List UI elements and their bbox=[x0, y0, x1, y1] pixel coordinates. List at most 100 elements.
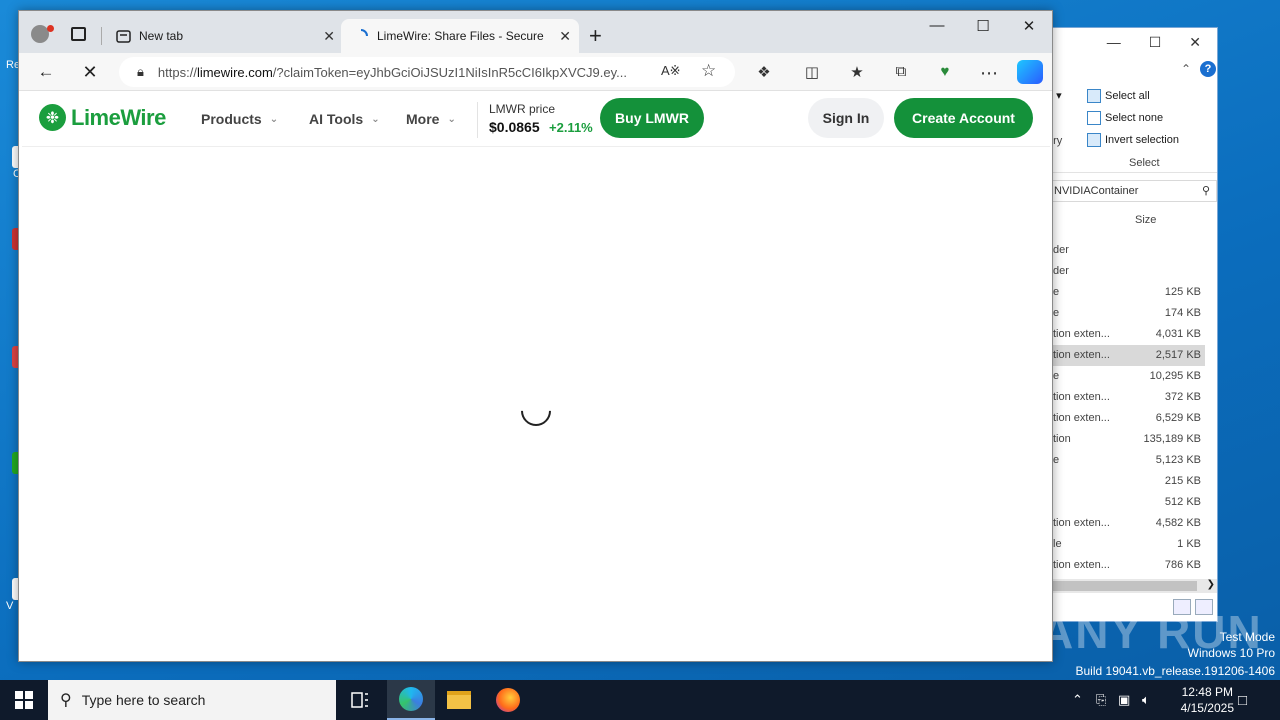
select-none-button[interactable]: Select none bbox=[1087, 111, 1163, 125]
clock[interactable]: 12:48 PM 4/15/2025 bbox=[1181, 684, 1234, 716]
minimize-icon[interactable]: — bbox=[1107, 34, 1121, 50]
loading-icon bbox=[353, 28, 369, 44]
favorites-icon[interactable]: ★ bbox=[845, 63, 869, 81]
lock-icon[interactable]: 🔒︎ bbox=[137, 64, 144, 80]
price-value: $0.0865 bbox=[489, 119, 540, 135]
nav-products[interactable]: Products ⌄ bbox=[201, 111, 278, 127]
new-tab-plus-icon[interactable]: + bbox=[589, 23, 602, 49]
tab-limewire[interactable]: LimeWire: Share Files - Secure Fil ✕ bbox=[341, 19, 579, 53]
taskbar: ⚲ Type here to search ⌃ ⎘ ▣ 🔈︎ 12:48 PM … bbox=[0, 680, 1280, 720]
close-tab-icon[interactable]: ✕ bbox=[323, 28, 335, 45]
close-icon[interactable]: ✕ bbox=[1011, 17, 1047, 35]
file-row[interactable]: tion exten... 4,031 KB bbox=[1051, 324, 1205, 345]
collections-icon[interactable]: ⧉ bbox=[889, 63, 913, 80]
file-size: 512 KB bbox=[1164, 496, 1201, 508]
file-row[interactable]: tion exten... 786 KB bbox=[1051, 555, 1205, 576]
file-row[interactable]: der bbox=[1051, 240, 1205, 261]
file-type: e bbox=[1053, 307, 1060, 319]
invert-selection-button[interactable]: Invert selection bbox=[1087, 133, 1179, 147]
notifications-icon[interactable]: □ bbox=[1238, 692, 1247, 709]
search-input[interactable]: NVIDIAContainer ⚲ bbox=[1051, 180, 1217, 202]
browser-essentials-icon[interactable]: ♥ bbox=[933, 63, 957, 80]
back-icon[interactable]: ← bbox=[33, 60, 59, 84]
read-aloud-icon[interactable]: A※ bbox=[661, 63, 681, 79]
show-hidden-icons-icon[interactable]: ⌃ bbox=[1072, 692, 1083, 708]
stop-loading-icon[interactable]: ✕ bbox=[77, 60, 103, 84]
file-row[interactable]: tion 135,189 KB bbox=[1051, 429, 1205, 450]
create-account-button[interactable]: Create Account bbox=[894, 98, 1033, 138]
file-type: tion exten... bbox=[1053, 412, 1110, 424]
file-size: 125 KB bbox=[1164, 286, 1201, 298]
file-row[interactable]: e 125 KB bbox=[1051, 282, 1205, 303]
chevron-up-icon[interactable]: ⌃ bbox=[1181, 62, 1191, 76]
file-row[interactable]: tion exten... 6,529 KB bbox=[1051, 408, 1205, 429]
file-size: 786 KB bbox=[1164, 559, 1201, 571]
address-bar[interactable]: 🔒︎ https://limewire.com/?claimToken=eyJh… bbox=[119, 57, 735, 87]
more-menu-icon[interactable]: ⋯ bbox=[977, 63, 1001, 84]
test-mode-label: Test Mode bbox=[1219, 630, 1275, 644]
notification-dot bbox=[47, 25, 54, 32]
select-all-button[interactable]: Select all bbox=[1087, 89, 1150, 103]
nav-ai-tools[interactable]: AI Tools ⌄ bbox=[309, 111, 380, 127]
tab-actions-icon[interactable] bbox=[71, 27, 86, 41]
ribbon-group-caption: Select bbox=[1129, 157, 1160, 169]
help-icon[interactable]: ? bbox=[1200, 61, 1216, 77]
sign-in-button[interactable]: Sign In bbox=[808, 98, 884, 138]
tab-title: New tab bbox=[139, 29, 184, 43]
scrollbar-thumb[interactable] bbox=[1051, 581, 1197, 591]
invert-selection-icon bbox=[1087, 133, 1101, 147]
file-row[interactable]: e 174 KB bbox=[1051, 303, 1205, 324]
file-size: 135,189 KB bbox=[1143, 433, 1202, 445]
column-header-size[interactable]: Size bbox=[1135, 214, 1156, 226]
web-page: ❉ LimeWire Products ⌄ AI Tools ⌄ More ⌄ … bbox=[22, 92, 1050, 659]
file-row[interactable]: le 1 KB bbox=[1051, 534, 1205, 555]
file-size: 372 KB bbox=[1164, 391, 1201, 403]
volume-icon[interactable]: 🔈︎ bbox=[1142, 692, 1150, 708]
file-type: tion exten... bbox=[1053, 391, 1110, 403]
file-row[interactable]: tion exten... 2,517 KB bbox=[1051, 345, 1205, 366]
file-row[interactable]: e 5,123 KB bbox=[1051, 450, 1205, 471]
chevron-down-icon: ⌄ bbox=[269, 113, 279, 125]
tab-new-tab[interactable]: New tab ✕ bbox=[103, 19, 343, 53]
file-row[interactable]: tion exten... 372 KB bbox=[1051, 387, 1205, 408]
limewire-logo[interactable]: ❉ LimeWire bbox=[39, 104, 166, 131]
chevron-right-icon[interactable]: ❯ bbox=[1207, 579, 1215, 590]
file-row[interactable]: der bbox=[1051, 261, 1205, 282]
file-type: le bbox=[1053, 538, 1062, 550]
file-type: e bbox=[1053, 454, 1060, 466]
file-row[interactable]: 512 KB bbox=[1051, 492, 1205, 513]
file-size: 5,123 KB bbox=[1155, 454, 1201, 466]
favorite-star-icon[interactable]: ☆ bbox=[701, 61, 716, 81]
firefox-taskbar-icon[interactable] bbox=[484, 680, 532, 720]
nav-more[interactable]: More ⌄ bbox=[406, 111, 456, 127]
file-type: tion exten... bbox=[1053, 517, 1110, 529]
file-explorer-taskbar-icon[interactable] bbox=[435, 680, 483, 720]
minimize-icon[interactable]: — bbox=[919, 17, 955, 34]
file-row[interactable]: tion exten... 4,582 KB bbox=[1051, 513, 1205, 534]
copilot-icon[interactable] bbox=[1017, 60, 1043, 84]
windows-edition-label: Windows 10 Pro bbox=[1187, 646, 1275, 660]
extensions-icon[interactable]: ❖ bbox=[752, 63, 776, 81]
start-button[interactable] bbox=[0, 680, 48, 720]
horizontal-scrollbar[interactable]: ❯ bbox=[1051, 579, 1217, 593]
divider bbox=[477, 102, 478, 138]
maximize-icon[interactable]: ☐ bbox=[1149, 34, 1162, 51]
desktop-icon-label[interactable]: V bbox=[6, 600, 13, 612]
url-text[interactable]: https://limewire.com/?claimToken=eyJhbGc… bbox=[158, 65, 644, 80]
task-view-icon[interactable] bbox=[336, 680, 384, 720]
edge-taskbar-icon[interactable] bbox=[387, 680, 435, 720]
file-row[interactable]: 215 KB bbox=[1051, 471, 1205, 492]
file-row[interactable]: e 10,295 KB bbox=[1051, 366, 1205, 387]
taskbar-search[interactable]: ⚲ Type here to search bbox=[48, 680, 336, 720]
close-tab-icon[interactable]: ✕ bbox=[559, 28, 571, 45]
new-tab-icon bbox=[115, 28, 131, 44]
close-icon[interactable]: ✕ bbox=[1189, 34, 1201, 51]
split-screen-icon[interactable]: ◫ bbox=[800, 63, 824, 81]
file-size: 215 KB bbox=[1164, 475, 1201, 487]
maximize-icon[interactable]: ☐ bbox=[965, 17, 1001, 35]
edge-browser-window[interactable]: New tab ✕ LimeWire: Share Files - Secure… bbox=[18, 10, 1053, 662]
network-icon[interactable]: ▣ bbox=[1118, 692, 1130, 708]
device-icon[interactable]: ⎘ bbox=[1096, 692, 1106, 708]
file-size: 4,031 KB bbox=[1155, 328, 1201, 340]
buy-lmwr-button[interactable]: Buy LMWR bbox=[600, 98, 704, 138]
